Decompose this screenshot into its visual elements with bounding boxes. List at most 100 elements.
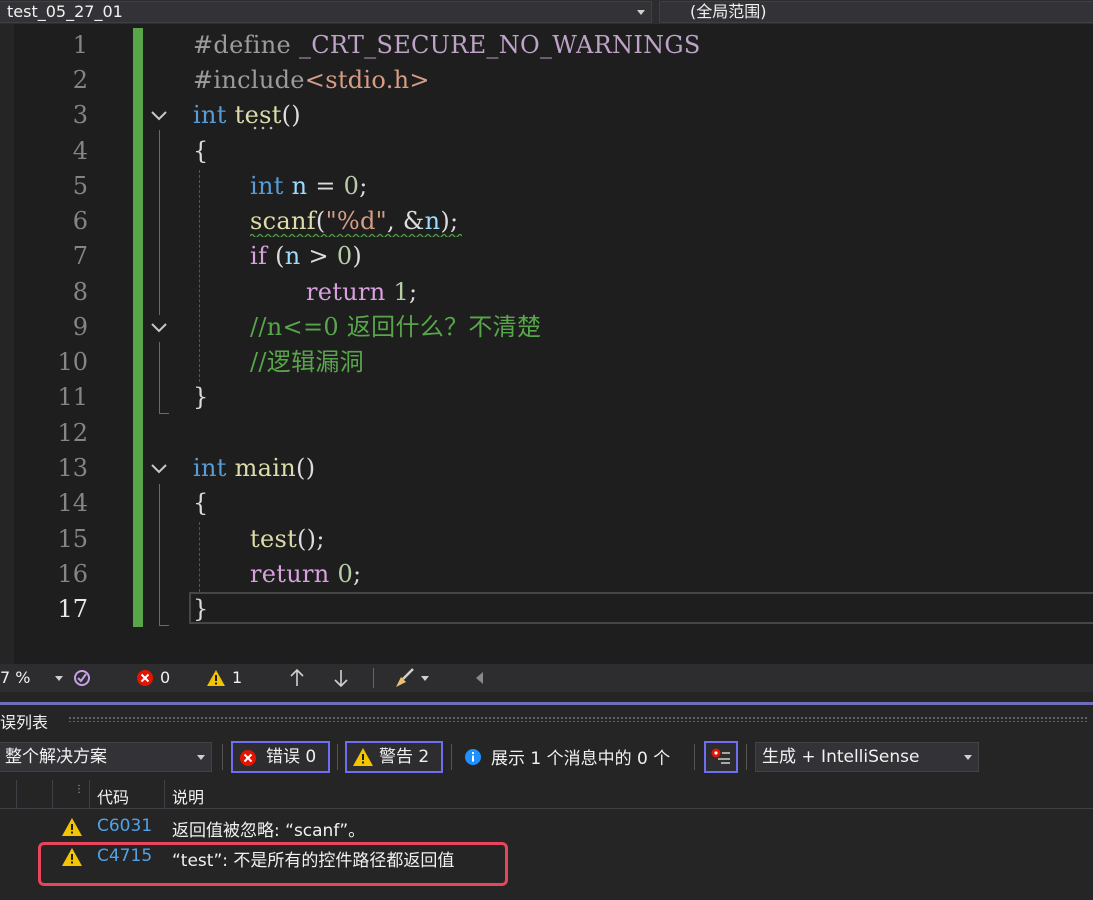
warnings-filter-button[interactable]: 警告 2 <box>345 741 443 773</box>
annotation-highlight-box <box>38 842 508 886</box>
code-line-17[interactable]: } <box>193 592 209 627</box>
info-icon[interactable] <box>464 748 482 770</box>
brace: } <box>193 383 209 411</box>
collapse-chevron-icon[interactable] <box>150 318 168 336</box>
punctuation: ( <box>267 242 285 270</box>
code-line-14[interactable]: { <box>193 486 209 521</box>
code-line-15[interactable]: test(); <box>250 522 325 557</box>
outline-guide <box>159 484 160 626</box>
chevron-down-icon[interactable] <box>421 676 429 681</box>
line-number: 12 <box>57 419 88 447</box>
messages-filter-label[interactable]: 展示 1 个消息中的 0 个 <box>491 744 670 769</box>
divider <box>222 744 223 770</box>
change-tracking-bar <box>133 28 143 627</box>
column-divider <box>16 780 17 808</box>
brace: } <box>193 595 209 623</box>
keyword: int <box>250 172 284 200</box>
variable: n <box>284 242 301 270</box>
project-name: test_05_27_01 <box>7 2 123 21</box>
outline-guide <box>159 130 160 315</box>
column-divider <box>52 780 53 808</box>
punctuation: ; <box>409 278 418 306</box>
source-select[interactable]: 生成 + IntelliSense <box>755 742 979 772</box>
arrow-up-icon[interactable] <box>289 668 305 692</box>
warning-squiggle <box>250 233 462 237</box>
code-line-16[interactable]: return 0; <box>250 557 361 592</box>
code-line-7[interactable]: if (n > 0) <box>250 239 362 274</box>
filter-toggle-button[interactable] <box>704 741 738 773</box>
divider <box>451 744 452 770</box>
column-header-code[interactable]: 代码 <box>97 784 129 808</box>
number-literal: 0 <box>343 172 360 200</box>
control-keyword: return <box>306 278 386 306</box>
code-line-4[interactable]: { <box>193 134 209 169</box>
navigation-bar: test_05_27_01 (全局范围) <box>0 0 1093 24</box>
error-icon[interactable] <box>136 669 154 691</box>
code-line-9[interactable]: //n<=0 返回什么？不清楚 <box>250 310 541 345</box>
include-header: <stdio.h> <box>304 66 430 94</box>
editor-margin <box>0 24 14 664</box>
scope-select[interactable]: 整个解决方案 <box>0 742 212 772</box>
line-number: 4 <box>72 137 88 165</box>
variable: n <box>424 207 441 235</box>
project-dropdown[interactable]: test_05_27_01 <box>0 1 652 23</box>
operator: = <box>307 172 344 200</box>
outline-guide-end <box>159 625 169 626</box>
zoom-level[interactable]: 7 % <box>0 668 30 687</box>
outline-guide-end <box>159 413 169 414</box>
error-count[interactable]: 0 <box>160 668 170 687</box>
column-sort-grip-icon[interactable]: ⋮ <box>74 784 84 795</box>
line-number: 15 <box>57 525 88 553</box>
scope-dropdown[interactable]: (全局范围) <box>659 1 1093 23</box>
filter-icon <box>710 747 732 776</box>
column-divider <box>164 780 165 808</box>
punctuation: ( <box>315 207 326 235</box>
line-number: 10 <box>57 348 88 376</box>
scroll-left-icon[interactable] <box>476 672 483 684</box>
brace: { <box>193 489 209 517</box>
warning-count[interactable]: 1 <box>232 668 242 687</box>
punctuation: () <box>296 454 316 482</box>
divider <box>337 744 338 770</box>
collapse-chevron-icon[interactable] <box>150 106 168 124</box>
punctuation: ); <box>440 207 459 235</box>
collapse-chevron-icon[interactable] <box>150 459 168 477</box>
preprocessor-directive: #define <box>193 31 291 59</box>
number-literal: 0 <box>337 560 354 588</box>
chevron-down-icon <box>197 755 205 760</box>
warning-code-link[interactable]: C6031 <box>97 816 152 836</box>
preprocessor-directive: #include <box>193 66 305 94</box>
code-line-8[interactable]: return 1; <box>306 275 417 310</box>
control-keyword: if <box>250 242 268 270</box>
number-literal: 1 <box>393 278 410 306</box>
code-line-10[interactable]: //逻辑漏洞 <box>250 345 364 380</box>
string-literal: "%d" <box>325 207 388 235</box>
code-line-1[interactable]: #define _CRT_SECURE_NO_WARNINGS <box>193 28 701 63</box>
source-select-value: 生成 + IntelliSense <box>762 747 920 767</box>
number-literal: 0 <box>336 242 353 270</box>
cleanup-brush-icon[interactable] <box>393 667 417 693</box>
code-line-5[interactable]: int n = 0; <box>250 169 368 204</box>
arrow-down-icon[interactable] <box>333 668 349 692</box>
line-number: 14 <box>57 489 88 517</box>
error-icon <box>239 748 257 776</box>
code-line-3[interactable]: int test() <box>193 98 301 133</box>
function-name: test <box>250 525 298 553</box>
variable: n <box>291 172 308 200</box>
code-line-11[interactable]: } <box>193 380 209 415</box>
chevron-down-icon[interactable] <box>55 676 63 681</box>
function-name: main <box>234 454 297 482</box>
brace: { <box>193 137 209 165</box>
table-row[interactable]: C6031 返回值被忽略: “scanf”。 <box>0 812 1093 842</box>
punctuation: ) <box>352 242 363 270</box>
line-number: 1 <box>72 31 88 59</box>
column-header-description[interactable]: 说明 <box>172 784 204 808</box>
code-line-13[interactable]: int main() <box>193 451 315 486</box>
health-icon[interactable] <box>72 668 92 692</box>
code-line-2[interactable]: #include<stdio.h> <box>193 63 430 98</box>
panel-grip[interactable] <box>68 716 1088 722</box>
errors-filter-button[interactable]: 错误 0 <box>231 741 330 773</box>
chevron-down-icon <box>964 755 972 760</box>
warning-icon[interactable] <box>206 669 226 691</box>
line-number: 7 <box>72 242 88 270</box>
